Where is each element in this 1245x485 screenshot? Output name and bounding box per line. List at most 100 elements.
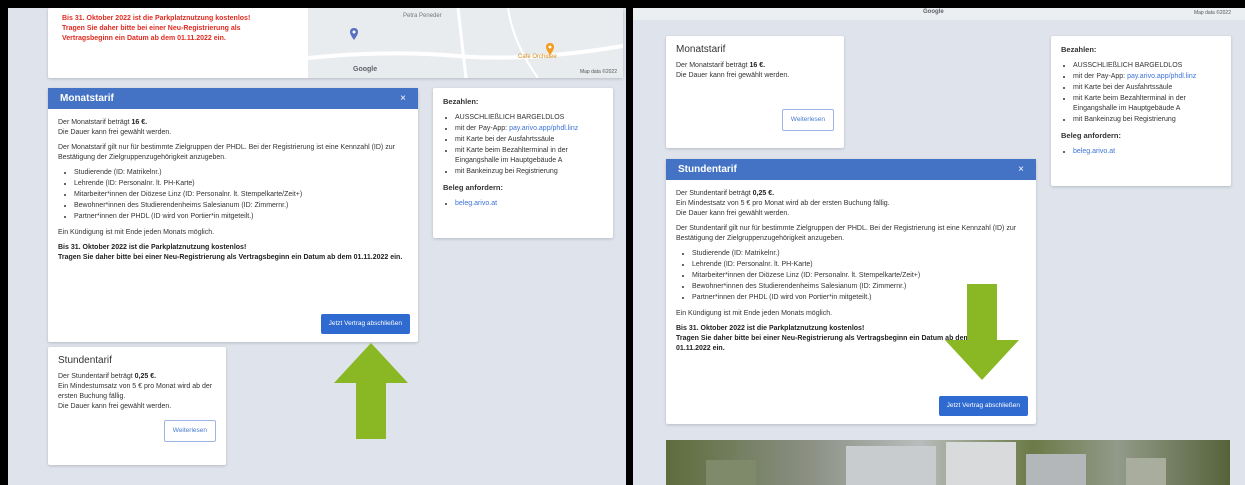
warning-line: Tragen Sie daher bitte bei einer Neu-Reg… bbox=[62, 25, 241, 32]
pay-app-label: mit der Pay-App: bbox=[1073, 73, 1128, 80]
receipt-title: Beleg anfordern: bbox=[1061, 131, 1122, 140]
list-item: AUSSCHLIEßLICH BARGELDLOS bbox=[1073, 61, 1221, 71]
duration-text: Die Dauer kann frei gewählt werden. bbox=[58, 403, 172, 410]
duration-text: Die Dauer kann frei gewählt werden. bbox=[676, 72, 790, 79]
pay-app-link[interactable]: pay.arivo.app/phdl.linz bbox=[1127, 73, 1196, 80]
receipt-link[interactable]: beleg.arivo.at bbox=[1073, 148, 1115, 155]
list-item: mit Bankeinzug bei Registrierung bbox=[1073, 115, 1221, 125]
list-item: mit der Pay-App: pay.arivo.app/phdl.linz bbox=[1073, 72, 1221, 82]
photo-buildings bbox=[706, 442, 1166, 485]
monatstarif-header: Monatstarif × bbox=[48, 88, 418, 109]
map-brand: Google bbox=[353, 66, 378, 73]
list-item: Studierende (ID: Matrikelnr.) bbox=[692, 249, 1026, 259]
list-item: mit Karte bei der Ausfahrtssäule bbox=[1073, 83, 1221, 93]
more-row: Weiterlesen bbox=[58, 420, 216, 442]
warning-line: Bis 31. Oktober 2022 ist die Parkplatznu… bbox=[62, 15, 251, 22]
minimum-text: Ein Mindestumsatz von 5 € pro Monat wird… bbox=[58, 383, 213, 400]
list-item: Bewohner*innen des Studierendenheims Sal… bbox=[74, 201, 408, 211]
warning-line: Vertragsbeginn ein Datum ab dem 01.11.20… bbox=[62, 35, 226, 42]
map-view[interactable]: Petra Peneder Cafe Orchidee Google Map d… bbox=[308, 8, 623, 78]
monatstarif-card: Monatstarif × Der Monatstarif beträgt 16… bbox=[48, 88, 418, 342]
stundentarif-header: Stundentarif × bbox=[666, 159, 1036, 180]
contract-button[interactable]: Jetzt Vertrag abschließen bbox=[938, 396, 1028, 416]
arrow-up-icon bbox=[334, 343, 408, 439]
map-pin-icon[interactable] bbox=[350, 28, 358, 40]
payment-card: Bezahlen: AUSSCHLIEßLICH BARGELDLOS mit … bbox=[433, 88, 613, 238]
group-intro: Der Stundentarif gilt nur für bestimmte … bbox=[676, 225, 1017, 242]
read-more-button[interactable]: Weiterlesen bbox=[163, 420, 216, 442]
list-item: mit Karte beim Bezahlterminal in der Ein… bbox=[1073, 94, 1221, 114]
list-item: beleg.arivo.at bbox=[455, 199, 603, 209]
payment-card: Bezahlen: AUSSCHLIEßLICH BARGELDLOS mit … bbox=[1051, 36, 1231, 186]
payment-list: AUSSCHLIEßLICH BARGELDLOS mit der Pay-Ap… bbox=[1073, 61, 1221, 125]
notice-line: Tragen Sie daher bitte bei einer Neu-Reg… bbox=[676, 335, 970, 352]
group-list: Studierende (ID: Matrikelnr.) Lehrende (… bbox=[74, 168, 408, 222]
duration-text: Die Dauer kann frei gewählt werden. bbox=[676, 210, 790, 217]
list-item: Lehrende (ID: Personalnr. lt. PH-Karte) bbox=[74, 179, 408, 189]
map-card: Bis 31. Oktober 2022 ist die Parkplatznu… bbox=[48, 8, 623, 78]
price-value: 16 €. bbox=[749, 62, 766, 69]
close-icon[interactable]: × bbox=[1018, 164, 1024, 175]
card-title: Monatstarif bbox=[676, 44, 726, 55]
close-icon[interactable]: × bbox=[400, 93, 406, 104]
arrow-down-icon bbox=[945, 284, 1019, 380]
more-row: Weiterlesen bbox=[676, 109, 834, 131]
price-prefix: Der Stundentarif beträgt bbox=[58, 373, 135, 380]
map-credit: Map data ©2022 bbox=[1193, 10, 1231, 16]
map-warning: Bis 31. Oktober 2022 ist die Parkplatznu… bbox=[62, 14, 302, 44]
monatstarif-body: Der Monatstarif beträgt 16 €. Die Dauer k… bbox=[666, 61, 844, 141]
map-strip[interactable]: Google Map data ©2022 bbox=[633, 8, 1245, 20]
price-line: Der Stundentarif beträgt 0,25 €. Ein Mind… bbox=[676, 189, 1026, 219]
price-prefix: Der Monatstarif beträgt bbox=[676, 62, 750, 69]
price-line: Der Stundentarif beträgt 0,25 €. bbox=[58, 372, 216, 382]
card-title: Stundentarif bbox=[678, 163, 737, 175]
pay-app-link[interactable]: pay.arivo.app/phdl.linz bbox=[509, 125, 578, 132]
map-label-person: Petra Peneder bbox=[403, 13, 442, 19]
stundentarif-card: Stundentarif Der Stundentarif beträgt 0,… bbox=[48, 347, 226, 465]
cancel-text: Ein Kündigung ist mit Ende jeden Monats … bbox=[58, 229, 215, 236]
minimum-text: Ein Mindestsatz von 5 € pro Monat wird a… bbox=[676, 200, 890, 207]
receipt-list: beleg.arivo.at bbox=[1073, 147, 1221, 157]
payment-list: AUSSCHLIEßLICH BARGELDLOS mit der Pay-Ap… bbox=[455, 113, 603, 177]
receipt-title: Beleg anfordern: bbox=[443, 183, 504, 192]
list-item: mit Karte beim Bezahlterminal in der Ein… bbox=[455, 146, 603, 166]
stundentarif-body: Der Stundentarif beträgt 0,25 €. Ein Min… bbox=[48, 372, 226, 452]
monatstarif-body: Der Monatstarif beträgt 16 €. Die Dauer k… bbox=[48, 109, 418, 277]
map-pin-icon[interactable] bbox=[546, 43, 554, 55]
payment-title: Bezahlen: bbox=[1061, 45, 1097, 54]
list-item: mit Karte bei der Ausfahrtssäule bbox=[455, 135, 603, 145]
left-screenshot-panel: Bis 31. Oktober 2022 ist die Parkplatznu… bbox=[8, 8, 626, 485]
notice-line: Bis 31. Oktober 2022 ist die Parkplatznu… bbox=[58, 244, 247, 251]
duration-text: Die Dauer kann frei gewählt werden. bbox=[58, 129, 172, 136]
notice-line: Tragen Sie daher bitte bei einer Neu-Reg… bbox=[58, 254, 403, 261]
price-prefix: Der Stundentarif beträgt bbox=[676, 190, 753, 197]
right-screenshot-panel: Google Map data ©2022 Monatstarif Der Mo… bbox=[633, 8, 1245, 485]
price-value: 0,25 €. bbox=[752, 190, 775, 197]
list-item: mit der Pay-App: pay.arivo.app/phdl.linz bbox=[455, 124, 603, 134]
list-item: AUSSCHLIEßLICH BARGELDLOS bbox=[455, 113, 603, 123]
card-title: Stundentarif bbox=[58, 355, 112, 366]
list-item: Lehrende (ID: Personalnr. lt. PH-Karte) bbox=[692, 260, 1026, 270]
price-line: Der Monatstarif beträgt 16 €. Die Dauer k… bbox=[676, 61, 834, 81]
group-intro: Der Monatstarif gilt nur für bestimmte Z… bbox=[58, 144, 395, 161]
map-brand: Google bbox=[923, 9, 944, 15]
card-title: Monatstarif bbox=[60, 92, 114, 104]
list-item: Mitarbeiter*innen der Diözese Linz (ID: … bbox=[692, 271, 1026, 281]
receipt-link[interactable]: beleg.arivo.at bbox=[455, 200, 497, 207]
map-credit: Map data ©2022 bbox=[579, 69, 617, 75]
list-item: beleg.arivo.at bbox=[1073, 147, 1221, 157]
price-line: Der Monatstarif beträgt 16 €. Die Dauer k… bbox=[58, 118, 408, 138]
price-prefix: Der Monatstarif beträgt bbox=[58, 119, 132, 126]
read-more-button[interactable]: Weiterlesen bbox=[781, 109, 834, 131]
notice-line: Bis 31. Oktober 2022 ist die Parkplatznu… bbox=[676, 325, 865, 332]
payment-title: Bezahlen: bbox=[443, 97, 479, 106]
contract-button[interactable]: Jetzt Vertrag abschließen bbox=[320, 314, 410, 334]
price-value: 16 €. bbox=[131, 119, 148, 126]
list-item: Partner*innen der PHDL (ID wird von Port… bbox=[74, 212, 408, 222]
monatstarif-card: Monatstarif Der Monatstarif beträgt 16 €… bbox=[666, 36, 844, 148]
free-notice: Bis 31. Oktober 2022 ist die Parkplatznu… bbox=[58, 243, 408, 263]
receipt-list: beleg.arivo.at bbox=[455, 199, 603, 209]
list-item: Studierende (ID: Matrikelnr.) bbox=[74, 168, 408, 178]
campus-aerial-photo bbox=[666, 440, 1230, 485]
pay-app-label: mit der Pay-App: bbox=[455, 125, 510, 132]
